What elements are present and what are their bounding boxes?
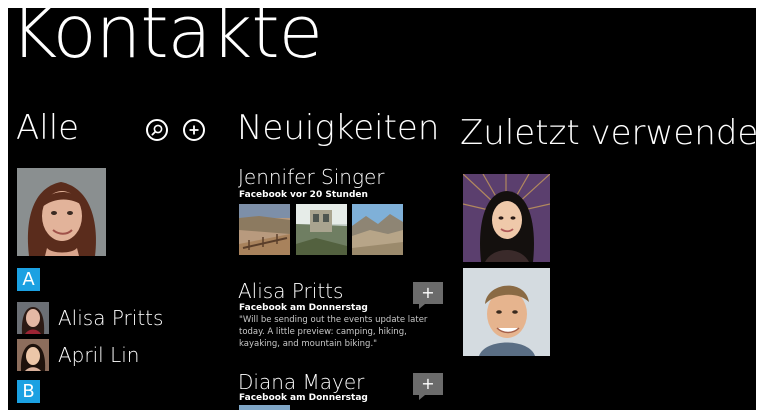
me-profile-picture[interactable]	[17, 168, 106, 256]
people-hub-screen: Kontakte Alle A Alisa Pritts April Lin B…	[8, 8, 756, 410]
section-title-alle[interactable]: Alle	[16, 111, 79, 145]
news-photo[interactable]	[352, 204, 403, 255]
recent-contact-tile[interactable]	[463, 268, 550, 356]
avatar	[17, 302, 49, 334]
news-item-source: Facebook am Donnerstag	[239, 393, 368, 403]
news-photo[interactable]	[239, 405, 290, 410]
contact-item-alisa-pritts[interactable]: Alisa Pritts	[17, 301, 163, 335]
letter-tile-a[interactable]: A	[17, 268, 40, 291]
section-title-zuletzt-verwendet[interactable]: Zuletzt verwendet	[460, 116, 756, 150]
news-item-source: Facebook am Donnerstag	[239, 303, 368, 313]
news-photo[interactable]	[296, 204, 347, 255]
news-item-source: Facebook vor 20 Stunden	[239, 190, 368, 200]
contact-name: Alisa Pritts	[58, 306, 164, 330]
letter-tile-b[interactable]: B	[17, 380, 40, 403]
comment-button[interactable]: +	[413, 282, 443, 309]
news-photo[interactable]	[239, 204, 290, 255]
contact-item-april-lin[interactable]: April Lin	[17, 338, 139, 372]
avatar	[17, 339, 49, 371]
comment-button[interactable]: +	[413, 373, 443, 400]
add-icon	[189, 125, 199, 135]
comment-icon: +	[413, 282, 443, 304]
add-contact-button[interactable]	[183, 119, 205, 141]
news-item-name[interactable]: Jennifer Singer	[238, 165, 385, 189]
news-item-name[interactable]: Alisa Pritts	[238, 279, 343, 303]
news-item-name[interactable]: Diana Mayer	[238, 370, 364, 394]
news-item-text: "Will be sending out the events update l…	[239, 315, 428, 349]
search-button[interactable]	[146, 119, 168, 141]
search-icon	[151, 124, 163, 136]
app-title: Kontakte	[10, 8, 323, 74]
recent-contact-tile[interactable]	[463, 174, 550, 262]
contact-name: April Lin	[58, 343, 140, 367]
comment-icon: +	[413, 373, 443, 395]
section-title-neuigkeiten[interactable]: Neuigkeiten	[237, 111, 439, 145]
